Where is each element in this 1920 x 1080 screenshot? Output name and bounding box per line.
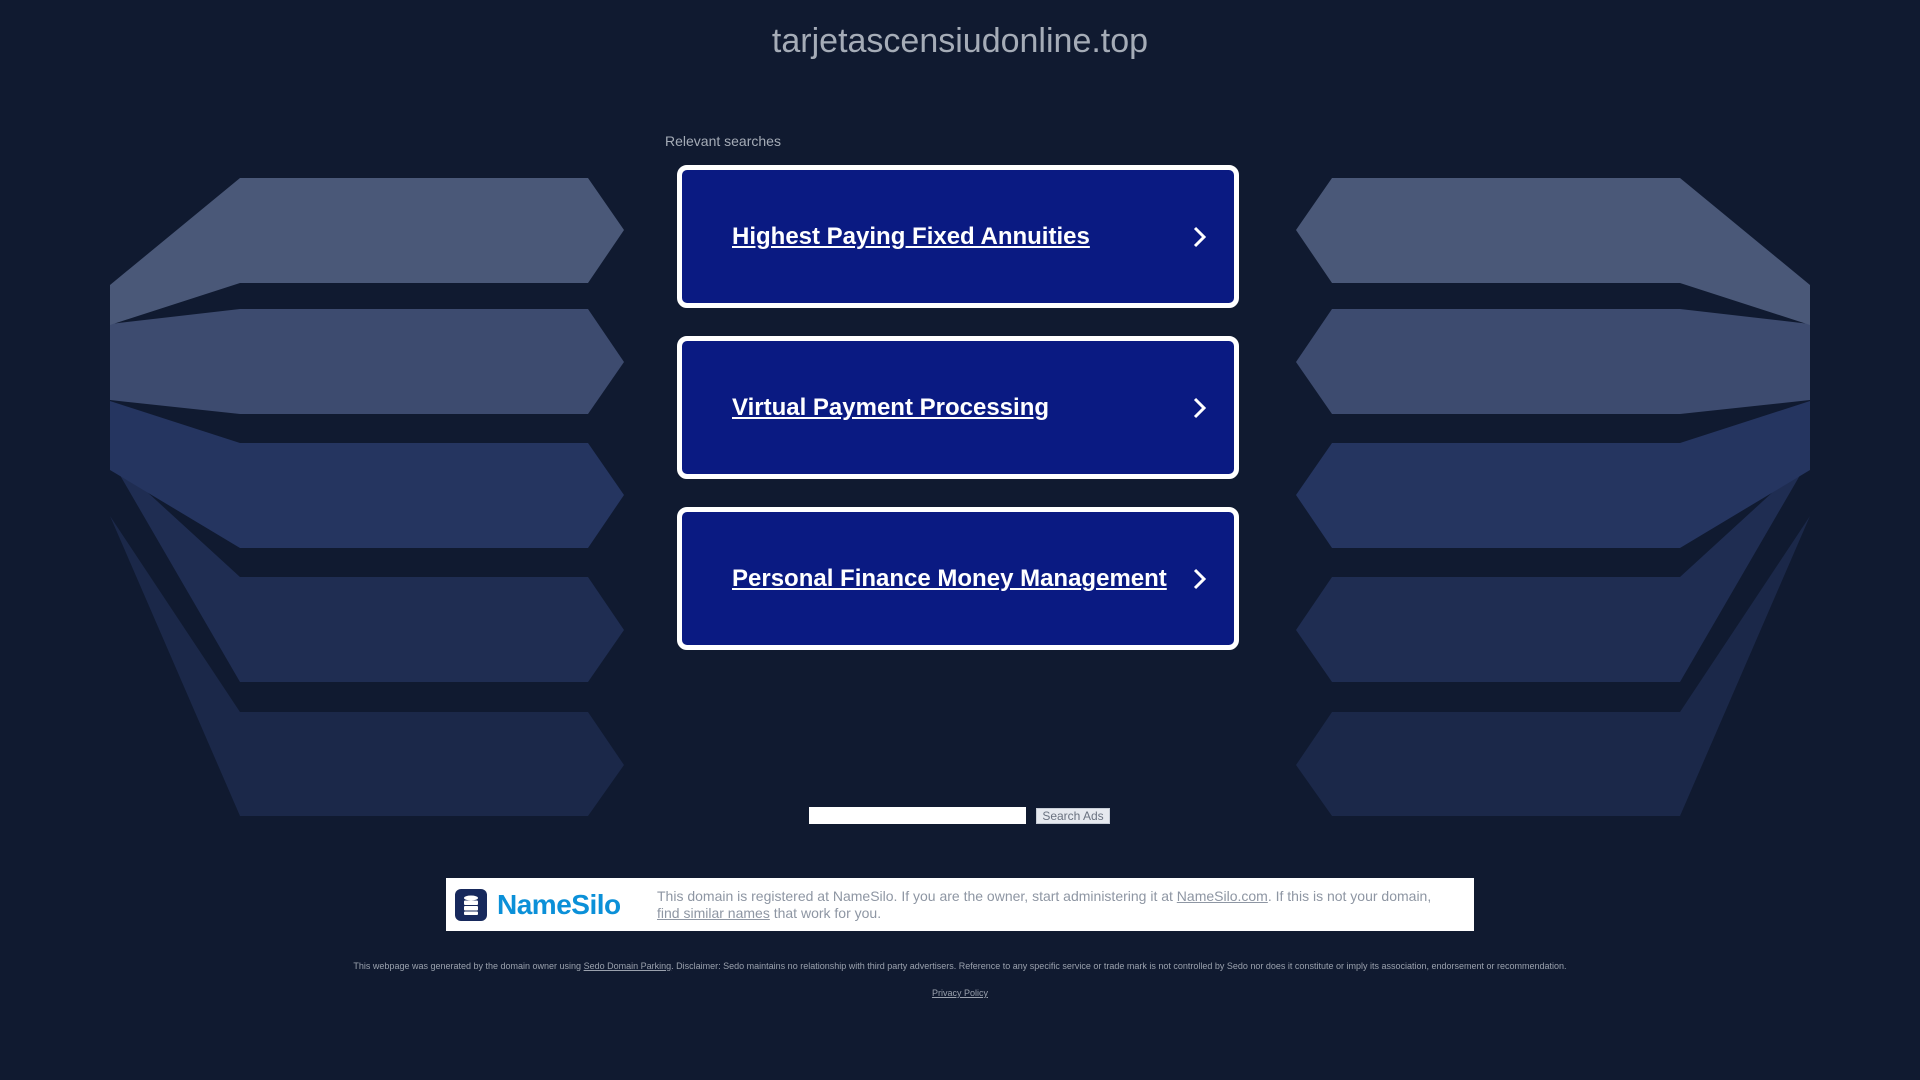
search-link-label[interactable]: Virtual Payment Processing [732,341,1049,474]
parking-page: tarjetascensiudonline.top Relevant searc… [0,0,1920,1080]
bg-right-shape-3 [1296,401,1810,548]
chevron-right-icon [1193,397,1207,419]
bg-left-shape-1 [110,178,624,325]
privacy-footer: Privacy Policy [0,988,1920,998]
privacy-policy-link[interactable]: Privacy Policy [932,988,988,998]
search-link-1[interactable]: Highest Paying Fixed Annuities [677,165,1239,308]
search-link-label[interactable]: Highest Paying Fixed Annuities [732,170,1090,303]
disclaimer-pre: This webpage was generated by the domain… [353,961,584,971]
chevron-right-icon [1193,226,1207,248]
sedo-domain-parking-link[interactable]: Sedo Domain Parking [584,961,672,971]
namesilo-message: This domain is registered at NameSilo. I… [657,888,1457,922]
chevron-right-icon [1193,568,1207,590]
sedo-disclaimer: This webpage was generated by the domain… [0,961,1920,971]
search-link-label[interactable]: Personal Finance Money Management [732,512,1167,645]
find-similar-names-link[interactable]: find similar names [657,905,770,921]
relevant-searches-heading: Relevant searches [665,133,781,149]
bg-left-shape-2 [110,309,624,414]
domain-title: tarjetascensiudonline.top [771,22,1149,60]
namesilo-text-3: that work for you. [769,905,882,921]
bg-right-shape-2 [1296,309,1810,414]
namesilo-logo-text: NameSilo [497,889,621,920]
namesilo-text-1: This domain is registered at NameSilo. I… [657,888,1177,904]
database-icon [464,895,478,915]
namesilo-banner: NameSilo This domain is registered at Na… [446,878,1474,931]
search-link-2[interactable]: Virtual Payment Processing [677,336,1239,479]
bg-left-shape-3 [110,401,624,548]
namesilo-logo-icon [455,889,487,921]
search-input[interactable] [809,807,1026,824]
disclaimer-post: . Disclaimer: Sedo maintains no relation… [671,961,1567,971]
namesilo-link[interactable]: NameSilo.com [1177,888,1268,904]
namesilo-logo[interactable]: NameSilo [455,889,621,921]
namesilo-text-2: . If this is not your domain, [1267,888,1432,904]
search-ads-button[interactable]: Search Ads [1036,808,1110,824]
bg-right-shape-1 [1296,178,1810,325]
search-link-3[interactable]: Personal Finance Money Management [677,507,1239,650]
